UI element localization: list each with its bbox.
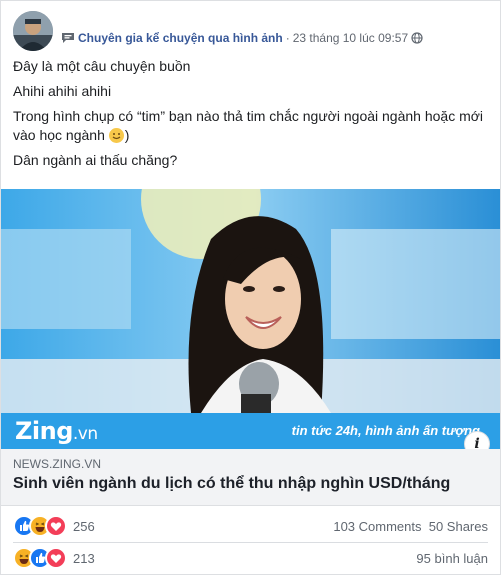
zing-logo: Zing.vn (15, 417, 98, 445)
meta-separator: · (285, 31, 290, 45)
smile-emoji-icon (108, 128, 124, 143)
facebook-post: Chuyên gia kể chuyện qua hình ảnh · 23 thá… (0, 0, 501, 575)
link-title[interactable]: Sinh viên ngành du lịch có thể thu nhập … (13, 475, 450, 493)
post-timestamp[interactable]: 23 tháng 10 lúc 09:57 (293, 31, 408, 45)
comments-shares: 103 Comments 50 Shares (333, 519, 488, 534)
image-brand-bar: Zing.vn tin tức 24h, hình ảnh ấn tượng (1, 413, 500, 449)
post-paragraph: Đây là một câu chuyện buồn (13, 58, 191, 74)
divider (13, 542, 488, 543)
love-icon (45, 547, 67, 569)
reaction-count[interactable]: 213 (73, 551, 95, 566)
shares-count-link[interactable]: 50 Shares (429, 519, 488, 534)
post-paragraph: Ahihi ahihi ahihi (13, 83, 112, 99)
post-meta: Chuyên gia kể chuyện qua hình ảnh · 23 thá… (61, 31, 423, 47)
page-name-link[interactable]: Chuyên gia kể chuyện qua hình ảnh (78, 31, 283, 45)
link-preview[interactable]: NEWS.ZING.VN Sinh viên ngành du lịch có … (1, 449, 500, 506)
post-paragraph: Trong hình chụp có “tim” bạn nào thả tim… (13, 107, 486, 145)
comments-count-link[interactable]: 103 Comments (333, 519, 421, 534)
reactions-summary-secondary: 213 95 bình luận (13, 547, 488, 569)
post-paragraph-text: Trong hình chụp có “tim” bạn nào thả tim… (13, 108, 484, 143)
avatar[interactable] (13, 11, 53, 51)
link-domain: NEWS.ZING.VN (13, 457, 102, 471)
reactions-summary: 256 103 Comments 50 Shares (13, 515, 488, 537)
post-header: Chuyên gia kể chuyện qua hình ảnh · 23 thá… (13, 11, 488, 51)
page-icon (61, 32, 75, 47)
love-icon (45, 515, 67, 537)
image-slogan: tin tức 24h, hình ảnh ấn tượng (291, 423, 480, 438)
post-text: Đây là một câu chuyện buồn Ahihi ahihi a… (13, 57, 486, 176)
reaction-count[interactable]: 256 (73, 519, 95, 534)
post-image[interactable]: Zing.vn tin tức 24h, hình ảnh ấn tượng i (1, 189, 500, 449)
globe-icon (411, 32, 423, 47)
post-paragraph: Dân ngành ai thấu chăng? (13, 152, 178, 168)
comments-count-link[interactable]: 95 bình luận (416, 551, 488, 566)
post-paragraph-suffix: ) (124, 127, 130, 143)
